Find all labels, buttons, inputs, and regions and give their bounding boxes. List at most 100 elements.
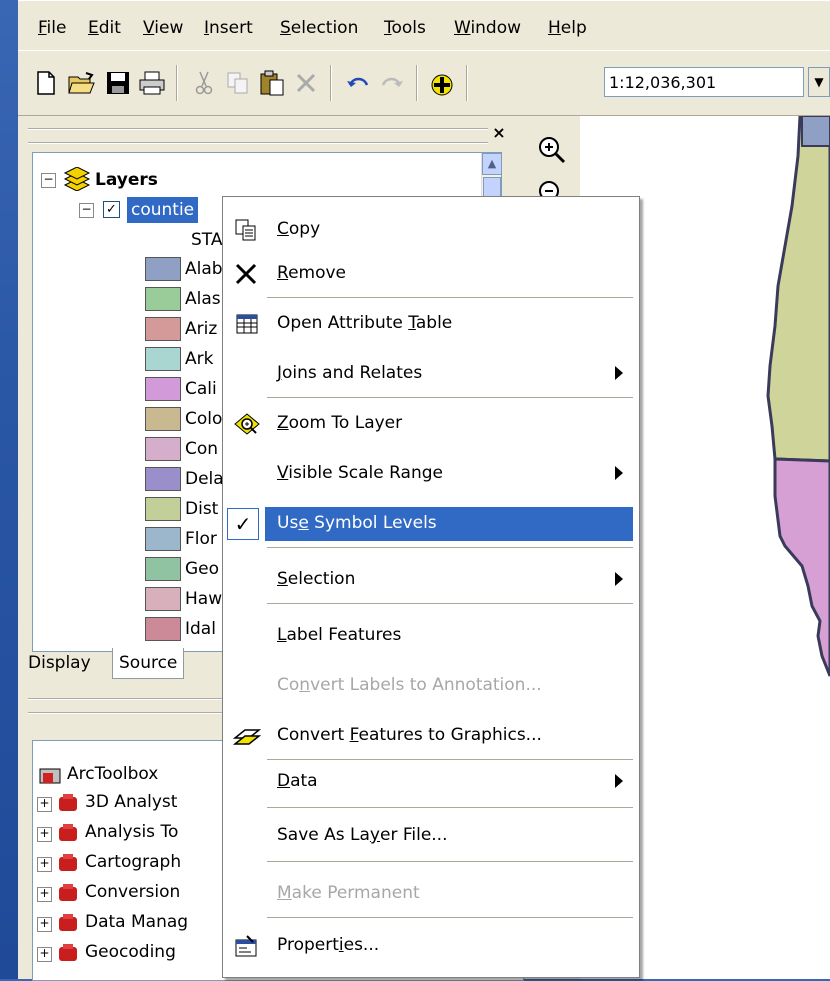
menu-item-label: Selection (277, 569, 356, 589)
zoom-in-icon (539, 137, 566, 164)
toolbox-item[interactable]: Data Manag (85, 909, 188, 935)
toolbar-separator (330, 65, 332, 101)
menu-view[interactable]: View (143, 18, 183, 38)
expand-icon[interactable]: + (37, 917, 52, 932)
expand-icon[interactable]: + (37, 827, 52, 842)
expand-icon[interactable]: + (37, 887, 52, 902)
legend-swatch[interactable] (145, 467, 181, 491)
layers-root-label[interactable]: Layers (95, 167, 158, 193)
layer-name-counties[interactable]: countie (127, 197, 199, 223)
menu-item-visible-scale-range[interactable]: Visible Scale Range (225, 457, 635, 491)
legend-swatch[interactable] (145, 557, 181, 581)
arctoolbox-icon (39, 768, 61, 784)
undo-button[interactable] (344, 69, 372, 97)
cut-button[interactable] (190, 69, 218, 97)
menu-item-label: Convert Features to Graphics... (277, 725, 542, 745)
menu-item-label: Convert Labels to Annotation... (277, 675, 542, 695)
paste-button[interactable] (258, 69, 286, 97)
toolbox-item[interactable]: Cartograph (85, 849, 181, 875)
panel-grip[interactable] (28, 128, 488, 144)
menu-selection[interactable]: Selection (280, 18, 358, 38)
layer-context-menu: Copy Remove Open Attribute Table Joins a… (222, 196, 640, 978)
legend-swatch[interactable] (145, 257, 181, 281)
delete-button[interactable] (292, 69, 320, 97)
copy-button[interactable] (224, 69, 252, 97)
menu-separator (267, 861, 633, 862)
legend-label: Flor (185, 529, 217, 549)
layers-icon (63, 167, 91, 191)
paste-icon (260, 70, 284, 96)
menu-item-data[interactable]: Data (225, 765, 635, 799)
submenu-arrow-icon (615, 466, 623, 480)
print-button[interactable] (138, 69, 166, 97)
menu-separator (267, 297, 633, 298)
legend-swatch[interactable] (145, 347, 181, 371)
zoom-out-icon (539, 181, 559, 198)
standard-toolbar: 1:12,036,301 ▼ (18, 50, 830, 116)
menu-item-make-permanent[interactable]: Make Permanent (225, 877, 635, 911)
menu-item-remove[interactable]: Remove (225, 257, 635, 291)
menu-item-zoom-to-layer[interactable]: Zoom To Layer (225, 407, 635, 441)
menu-item-copy[interactable]: Copy (225, 213, 635, 247)
legend-swatch[interactable] (145, 407, 181, 431)
map-scale-dropdown-button[interactable]: ▼ (808, 67, 830, 97)
menu-item-save-as-layer-file[interactable]: Save As Layer File... (225, 819, 635, 853)
menu-item-open-attribute-table[interactable]: Open Attribute Table (225, 307, 635, 341)
menu-item-convert-labels-to-annotation[interactable]: Convert Labels to Annotation... (225, 669, 635, 703)
redo-button[interactable] (378, 69, 406, 97)
legend-label: Ark (185, 349, 214, 369)
collapse-layer-icon[interactable]: − (79, 203, 94, 218)
menu-help[interactable]: Help (548, 18, 587, 38)
legend-swatch[interactable] (145, 587, 181, 611)
legend-swatch[interactable] (145, 497, 181, 521)
copy-icon (235, 219, 256, 241)
legend-swatch[interactable] (145, 527, 181, 551)
open-button[interactable] (68, 69, 96, 97)
legend-swatch[interactable] (145, 437, 181, 461)
menu-edit[interactable]: Edit (88, 18, 121, 38)
toolbox-item[interactable]: 3D Analyst (85, 789, 177, 815)
toolbox-item[interactable]: Conversion (85, 879, 180, 905)
collapse-layers-icon[interactable]: − (41, 173, 56, 188)
expand-icon[interactable]: + (37, 797, 52, 812)
expand-icon[interactable]: + (37, 947, 52, 962)
open-folder-icon (68, 72, 95, 94)
legend-swatch[interactable] (145, 377, 181, 401)
submenu-arrow-icon (615, 572, 623, 586)
toolbox-root-label[interactable]: ArcToolbox (67, 761, 158, 787)
menu-item-use-symbol-levels[interactable]: ✓ Use Symbol Levels (225, 507, 635, 541)
menu-window[interactable]: Window (454, 18, 521, 38)
close-icon[interactable]: × (490, 124, 508, 142)
delete-icon (296, 73, 316, 93)
scroll-up-icon[interactable]: ▲ (482, 153, 501, 175)
new-document-button[interactable] (32, 69, 60, 97)
menu-file[interactable]: File (38, 18, 66, 38)
tab-source[interactable]: Source (112, 648, 185, 679)
toolbox-item[interactable]: Geocoding (85, 939, 176, 965)
legend-swatch[interactable] (145, 317, 181, 341)
layer-visibility-checkbox[interactable]: ✓ (103, 201, 120, 218)
toolbox-item[interactable]: Analysis To (85, 819, 178, 845)
legend-swatch[interactable] (145, 287, 181, 311)
tab-display[interactable]: Display (22, 648, 97, 678)
menu-item-convert-features-to-graphics[interactable]: Convert Features to Graphics... (225, 719, 635, 753)
legend-label: Ariz (185, 319, 218, 339)
menu-item-label-features[interactable]: Label Features (225, 619, 635, 653)
map-scale-input[interactable]: 1:12,036,301 (604, 67, 804, 97)
menu-tools[interactable]: Tools (384, 18, 426, 38)
submenu-arrow-icon (615, 774, 623, 788)
menu-item-joins-and-relates[interactable]: Joins and Relates (225, 357, 635, 391)
zoom-in-button[interactable] (536, 134, 566, 164)
menu-insert[interactable]: Insert (204, 18, 253, 38)
legend-label: Idal (185, 619, 216, 639)
remove-x-icon (235, 263, 257, 285)
menu-item-properties[interactable]: Properties... (225, 929, 635, 963)
add-data-button[interactable] (428, 69, 456, 97)
menu-item-selection[interactable]: Selection (225, 563, 635, 597)
legend-label: Dist (185, 499, 219, 519)
zoom-out-button[interactable] (536, 178, 566, 198)
legend-swatch[interactable] (145, 617, 181, 641)
save-button[interactable] (104, 69, 132, 97)
expand-icon[interactable]: + (37, 857, 52, 872)
menu-item-label: Copy (277, 219, 321, 239)
